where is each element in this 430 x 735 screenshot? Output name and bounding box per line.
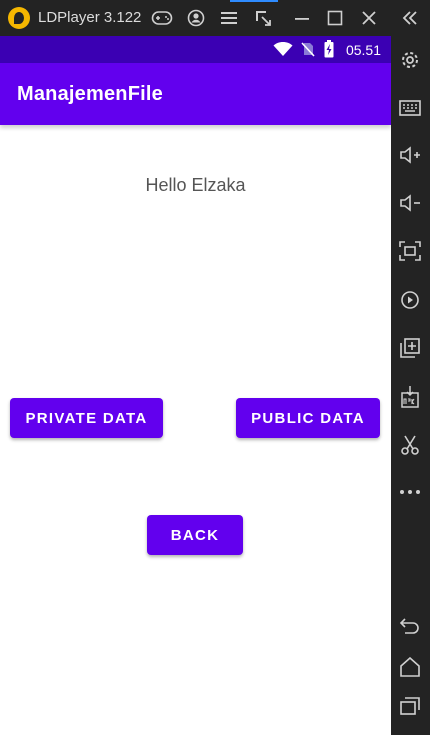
home-icon[interactable] xyxy=(398,655,422,679)
screenshot-icon[interactable] xyxy=(398,239,422,263)
titlebar-accent xyxy=(230,0,278,2)
app-title: ManajemenFile xyxy=(17,83,163,105)
no-sim-icon xyxy=(300,41,316,62)
minimize-icon[interactable] xyxy=(290,6,314,30)
volume-up-icon[interactable] xyxy=(398,143,422,167)
install-apk-icon[interactable] xyxy=(398,385,422,409)
close-icon[interactable] xyxy=(357,6,381,30)
emulator-sidebar xyxy=(391,36,430,735)
double-chevron-left-icon[interactable] xyxy=(398,6,422,30)
recents-icon[interactable] xyxy=(398,694,422,718)
device-screen: 05.51 ManajemenFile Hello Elzaka PRIVATE… xyxy=(0,36,391,735)
maximize-icon[interactable] xyxy=(323,6,347,30)
back-icon[interactable] xyxy=(398,614,422,638)
wifi-icon xyxy=(273,41,293,62)
gamepad-icon[interactable] xyxy=(150,6,174,30)
greeting-text: Hello Elzaka xyxy=(145,175,246,195)
volume-down-icon[interactable] xyxy=(398,191,422,215)
back-button[interactable]: BACK xyxy=(147,515,243,555)
ldplayer-logo-icon xyxy=(8,7,30,29)
battery-charging-icon xyxy=(324,40,334,63)
private-data-button[interactable]: PRIVATE DATA xyxy=(10,398,163,438)
status-bar: 05.51 xyxy=(0,36,391,63)
public-data-button[interactable]: PUBLIC DATA xyxy=(236,398,380,438)
keyboard-icon[interactable] xyxy=(398,96,422,120)
account-icon[interactable] xyxy=(184,6,208,30)
scissors-icon[interactable] xyxy=(398,433,422,457)
settings-icon[interactable] xyxy=(398,48,422,72)
emulator-title: LDPlayer 3.122 xyxy=(38,9,142,26)
emulator-titlebar: LDPlayer 3.122 xyxy=(0,0,430,36)
add-window-icon[interactable] xyxy=(398,336,422,360)
app-bar: ManajemenFile xyxy=(0,63,391,125)
status-time: 05.51 xyxy=(345,42,381,58)
record-icon[interactable] xyxy=(398,288,422,312)
more-icon[interactable] xyxy=(398,480,422,504)
sync-icon[interactable] xyxy=(251,6,275,30)
menu-icon[interactable] xyxy=(217,6,241,30)
